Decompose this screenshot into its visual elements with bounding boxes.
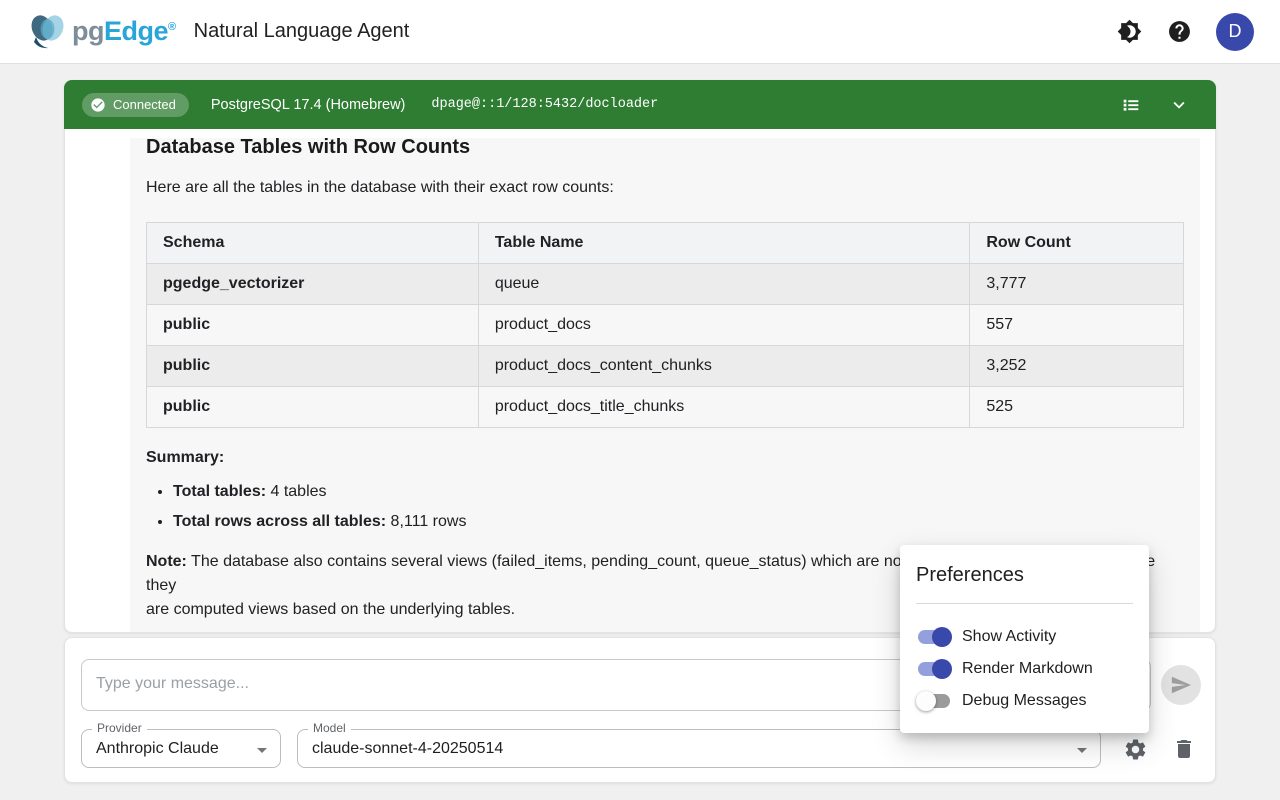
connection-string: dpage@::1/128:5432/docloader bbox=[431, 97, 658, 112]
summary-list: Total tables: 4 tables Total rows across… bbox=[146, 480, 1184, 534]
connection-bar: Connected PostgreSQL 17.4 (Homebrew) dpa… bbox=[64, 80, 1216, 129]
toggle-switch[interactable] bbox=[916, 657, 954, 681]
help-button[interactable] bbox=[1166, 19, 1192, 45]
toggle-switch[interactable] bbox=[916, 625, 954, 649]
list-icon bbox=[1120, 94, 1142, 116]
dropdown-arrow-icon bbox=[250, 738, 274, 767]
cell-schema: pgedge_vectorizer bbox=[147, 264, 479, 305]
cell-row-count: 3,252 bbox=[970, 346, 1184, 387]
cell-schema: public bbox=[147, 387, 479, 428]
cell-table-name: product_docs_title_chunks bbox=[478, 387, 970, 428]
pgedge-logo: pgEdge® bbox=[26, 12, 176, 52]
theme-toggle-button[interactable] bbox=[1116, 19, 1142, 45]
table-row: pgedge_vectorizer queue 3,777 bbox=[147, 264, 1184, 305]
user-avatar[interactable]: D bbox=[1216, 13, 1254, 51]
model-select-label: Model bbox=[308, 721, 351, 735]
cell-table-name: queue bbox=[478, 264, 970, 305]
toggle-label: Render Markdown bbox=[962, 660, 1093, 678]
model-select-value: claude-sonnet-4-20250514 bbox=[298, 730, 1100, 767]
header-actions: D bbox=[1116, 13, 1254, 51]
connection-list-button[interactable] bbox=[1118, 92, 1144, 118]
cell-schema: public bbox=[147, 346, 479, 387]
help-icon bbox=[1167, 19, 1192, 44]
gear-icon bbox=[1123, 737, 1148, 762]
cell-row-count: 525 bbox=[970, 387, 1184, 428]
clear-chat-button[interactable] bbox=[1171, 736, 1197, 762]
provider-select[interactable]: Provider Anthropic Claude bbox=[81, 729, 281, 768]
cell-row-count: 3,777 bbox=[970, 264, 1184, 305]
toggle-switch[interactable] bbox=[916, 689, 954, 713]
connection-expand-button[interactable] bbox=[1166, 92, 1192, 118]
page-title: Natural Language Agent bbox=[194, 20, 410, 43]
connection-status-label: Connected bbox=[113, 97, 176, 112]
column-header-row-count: Row Count bbox=[970, 223, 1184, 264]
toggle-label: Show Activity bbox=[962, 628, 1056, 646]
list-item: Total rows across all tables: 8,111 rows bbox=[173, 510, 1184, 534]
brand-text: pgEdge® bbox=[72, 16, 176, 47]
server-version-label: PostgreSQL 17.4 (Homebrew) bbox=[211, 97, 406, 113]
column-header-schema: Schema bbox=[147, 223, 479, 264]
send-icon bbox=[1170, 674, 1192, 696]
table-row: public product_docs_title_chunks 525 bbox=[147, 387, 1184, 428]
db-tables-table: Schema Table Name Row Count pgedge_vecto… bbox=[146, 222, 1184, 428]
column-header-table-name: Table Name bbox=[478, 223, 970, 264]
cell-table-name: product_docs_content_chunks bbox=[478, 346, 970, 387]
toggle-show-activity[interactable]: Show Activity bbox=[916, 621, 1133, 653]
pgedge-logo-mark bbox=[26, 12, 70, 52]
dropdown-arrow-icon bbox=[1070, 738, 1094, 767]
preferences-title: Preferences bbox=[916, 561, 1133, 589]
table-row: public product_docs 557 bbox=[147, 305, 1184, 346]
connection-actions bbox=[1118, 92, 1198, 118]
check-circle-icon bbox=[90, 97, 106, 113]
message-intro: Here are all the tables in the database … bbox=[146, 176, 1184, 200]
connection-status-badge: Connected bbox=[82, 93, 189, 117]
send-button[interactable] bbox=[1161, 665, 1201, 705]
cell-schema: public bbox=[147, 305, 479, 346]
toggle-debug-messages[interactable]: Debug Messages bbox=[916, 685, 1133, 717]
toggle-render-markdown[interactable]: Render Markdown bbox=[916, 653, 1133, 685]
list-item: Total tables: 4 tables bbox=[173, 480, 1184, 504]
provider-select-label: Provider bbox=[92, 721, 147, 735]
trash-icon bbox=[1172, 737, 1196, 761]
message-heading: Database Tables with Row Counts bbox=[146, 138, 1184, 160]
app-header: pgEdge® Natural Language Agent D bbox=[0, 0, 1280, 64]
model-select[interactable]: Model claude-sonnet-4-20250514 bbox=[297, 729, 1101, 768]
toggle-label: Debug Messages bbox=[962, 692, 1087, 710]
cell-row-count: 557 bbox=[970, 305, 1184, 346]
table-row: public product_docs_content_chunks 3,252 bbox=[147, 346, 1184, 387]
settings-button[interactable] bbox=[1122, 736, 1148, 762]
preferences-popover: Preferences Show Activity Render Markdow… bbox=[900, 545, 1149, 733]
summary-heading: Summary: bbox=[146, 446, 1184, 470]
dark-mode-icon bbox=[1117, 19, 1142, 44]
divider bbox=[916, 603, 1133, 604]
chevron-down-icon bbox=[1168, 94, 1190, 116]
table-header-row: Schema Table Name Row Count bbox=[147, 223, 1184, 264]
cell-table-name: product_docs bbox=[478, 305, 970, 346]
